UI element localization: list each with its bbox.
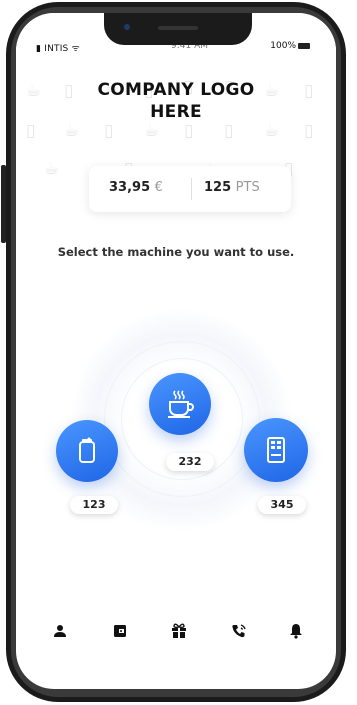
wifi-icon: ᯤ xyxy=(71,44,80,54)
nav-notifications[interactable] xyxy=(280,615,312,647)
nav-profile[interactable] xyxy=(44,615,76,647)
app-screen: ☕▯☕▯▯▯☕▯ ▯☕▯☕▯▯☕▯ ☕▯☕▯ COMPANY LOGO HERE… xyxy=(16,13,336,689)
machine-prompt: Select the machine you want to use. xyxy=(57,245,295,259)
phone-notch xyxy=(104,13,252,45)
points-balance: 125 PTS xyxy=(204,180,260,195)
battery-indicator: 100% xyxy=(270,41,310,51)
nav-gifts[interactable] xyxy=(163,615,195,647)
balance-divider xyxy=(191,178,192,200)
coffee-cup-icon xyxy=(149,373,211,435)
nav-contact[interactable] xyxy=(223,615,255,647)
snack-machine-icon xyxy=(244,418,308,482)
carrier-label: ▮ INTIS ᯤ xyxy=(36,41,80,54)
can-icon xyxy=(56,420,118,482)
wallet-icon xyxy=(114,625,126,637)
bell-icon xyxy=(290,624,302,639)
bottom-nav xyxy=(16,615,336,655)
money-balance: 33,95 € xyxy=(109,180,163,195)
money-value: 33,95 xyxy=(109,180,151,195)
battery-label: 100% xyxy=(270,41,296,51)
company-logo: COMPANY LOGO HERE xyxy=(97,80,255,122)
money-unit: € xyxy=(154,180,163,195)
machine-drink-number: 123 xyxy=(70,496,118,514)
machine-coffee-number: 232 xyxy=(166,453,214,471)
machine-coffee-button[interactable] xyxy=(149,373,211,435)
gift-icon xyxy=(172,623,186,638)
machine-snack-number: 345 xyxy=(258,496,306,514)
camera-icon xyxy=(124,24,130,30)
speaker-grille xyxy=(158,26,198,30)
carrier-name: INTIS xyxy=(44,44,69,54)
user-icon xyxy=(54,625,66,637)
signal-icon: ▮ xyxy=(36,44,42,54)
nav-wallet[interactable] xyxy=(104,615,136,647)
points-value: 125 xyxy=(204,180,232,195)
machine-snack-button[interactable] xyxy=(244,418,308,482)
battery-icon xyxy=(298,42,310,49)
points-unit: PTS xyxy=(235,180,260,195)
phone-call-icon xyxy=(232,624,246,638)
balance-card: 33,95 € 125 PTS xyxy=(89,166,291,212)
machine-drink-button[interactable] xyxy=(56,420,118,482)
